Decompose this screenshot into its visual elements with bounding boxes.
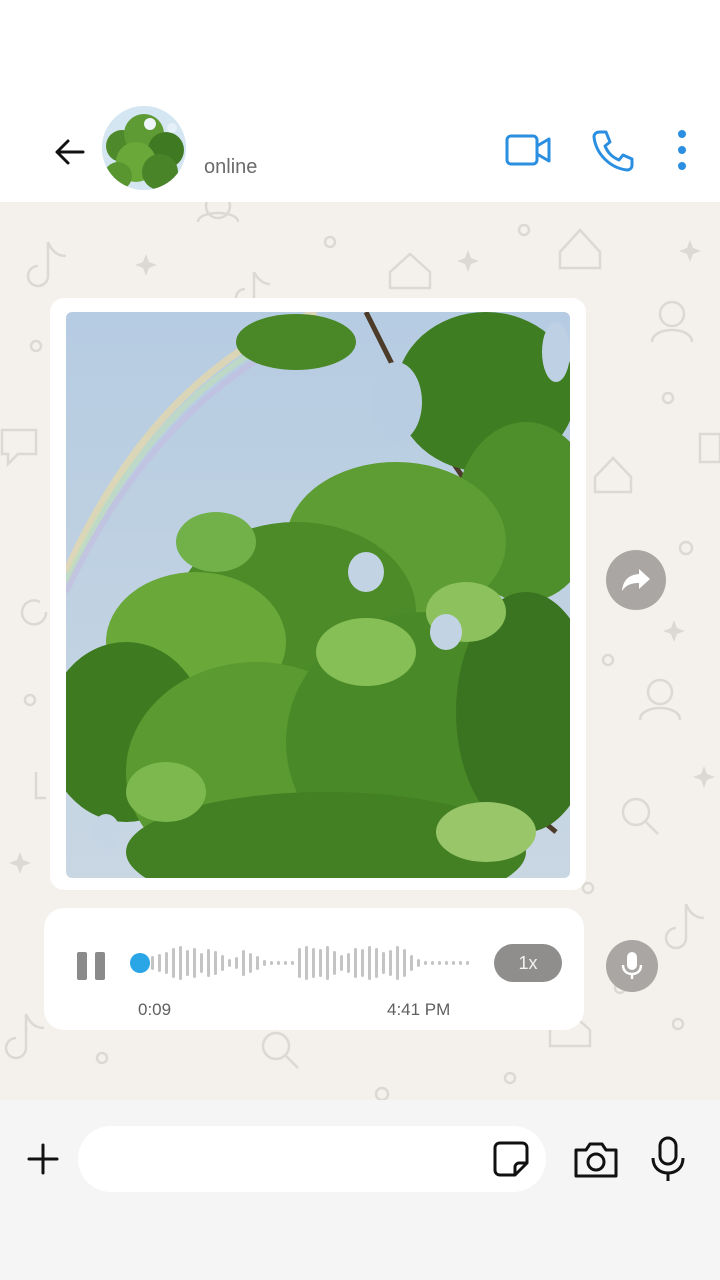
back-button[interactable] [48, 130, 92, 174]
contact-avatar[interactable] [102, 106, 186, 190]
pause-bar-icon [95, 952, 105, 980]
waveform-bar [151, 956, 154, 970]
microphone-icon [651, 1136, 685, 1181]
waveform-bar [403, 949, 406, 977]
waveform-bar [242, 950, 245, 976]
sticker-button[interactable] [490, 1138, 532, 1180]
waveform-bar [263, 960, 266, 966]
waveform-bar [431, 961, 434, 965]
plus-icon [27, 1143, 59, 1175]
waveform-bar [368, 946, 371, 980]
waveform-bar [200, 953, 203, 973]
camera-icon [574, 1142, 618, 1178]
waveform-bar [452, 961, 455, 965]
video-call-button[interactable] [504, 130, 552, 170]
waveform-bar [333, 951, 336, 975]
waveform-bar [424, 961, 427, 965]
camera-button[interactable] [572, 1138, 620, 1180]
waveform-bar [165, 952, 168, 974]
waveform-bar [256, 956, 259, 970]
waveform-bar [410, 955, 413, 971]
microphone-icon [621, 952, 643, 979]
waveform-bar [466, 961, 469, 965]
voice-message[interactable]: 1x 0:09 4:41 PM [44, 908, 584, 1030]
playback-progress-dot[interactable] [130, 953, 150, 973]
waveform-bar [228, 959, 231, 967]
forward-icon [622, 569, 650, 591]
voice-call-button[interactable] [590, 128, 634, 172]
waveform-bar [375, 948, 378, 978]
message-time: 4:41 PM [387, 1000, 451, 1019]
waveform-bar [193, 948, 196, 978]
pause-bar-icon [77, 952, 87, 980]
waveform-bar [354, 948, 357, 978]
waveform-bar [186, 950, 189, 976]
message-input[interactable] [78, 1126, 546, 1192]
waveform-bar [235, 957, 238, 969]
voice-waveform[interactable] [130, 938, 476, 988]
waveform-bar [459, 961, 462, 965]
waveform-bar [340, 955, 343, 971]
pause-button[interactable] [76, 948, 108, 982]
waveform-bar [298, 948, 301, 978]
waveform-bar [347, 953, 350, 973]
waveform-bar [291, 961, 294, 965]
image-message[interactable] [50, 298, 586, 890]
waveform-bar [172, 948, 175, 978]
waveform-bar [389, 950, 392, 976]
waveform-bar [284, 961, 287, 965]
phone-icon [592, 130, 634, 172]
status-bar-area [0, 0, 720, 100]
waveform-bar [312, 948, 315, 978]
attach-button[interactable] [22, 1138, 64, 1180]
waveform-bar [179, 946, 182, 980]
playback-speed-button[interactable]: 1x [494, 944, 562, 982]
waveform-bar [445, 961, 448, 965]
waveform-bar [249, 953, 252, 973]
chat-messages-area[interactable]: 1x 0:09 4:41 PM [0, 202, 720, 1100]
more-vertical-icon [678, 130, 686, 170]
video-camera-icon [505, 134, 551, 166]
waveform-bar [207, 949, 210, 977]
waveform-bar [382, 952, 385, 974]
more-options-button[interactable] [664, 128, 700, 172]
waveform-bar [305, 946, 308, 980]
waveform-bar [361, 949, 364, 977]
back-arrow-icon [55, 139, 85, 165]
waveform-bar [214, 951, 217, 975]
waveform-bar [417, 959, 420, 967]
waveform-bar [438, 961, 441, 965]
record-voice-button[interactable] [648, 1134, 688, 1184]
waveform-bar [396, 946, 399, 980]
voice-duration: 0:09 [138, 1000, 172, 1019]
forward-button[interactable] [606, 550, 666, 610]
waveform-bar [326, 946, 329, 980]
contact-status: online [204, 156, 258, 178]
waveform-bar [319, 949, 322, 977]
waveform-bar [277, 961, 280, 965]
waveform-bar [158, 954, 161, 972]
message-composer [0, 1100, 720, 1280]
waveform-bar [221, 955, 224, 971]
tree-photo[interactable] [66, 312, 570, 878]
chat-screen: online 1x 0:09 4:41 PM [0, 0, 720, 1280]
voice-reply-button[interactable] [606, 940, 658, 992]
waveform-bar [270, 961, 273, 965]
sticker-icon [493, 1141, 529, 1177]
chat-header: online [0, 100, 720, 202]
